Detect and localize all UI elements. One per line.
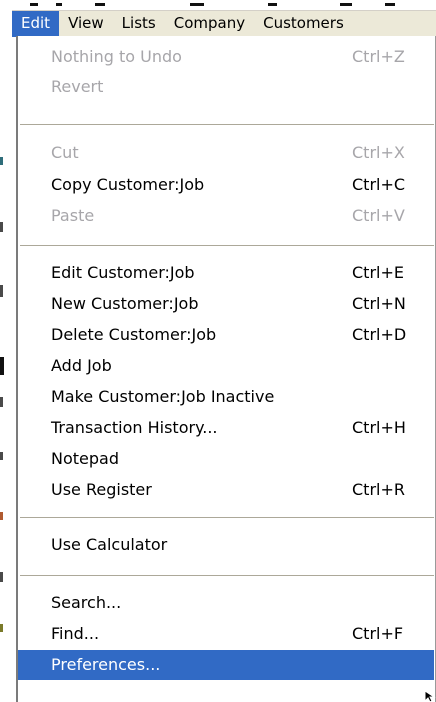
menu-separator (20, 575, 434, 577)
menu-item-shortcut: Ctrl+R (352, 480, 405, 499)
menu-separator (20, 245, 434, 247)
menu-item-shortcut: Ctrl+E (352, 263, 404, 282)
edge-mark (0, 285, 3, 297)
menu-item-label: Use Register (51, 480, 152, 499)
edge-mark (0, 357, 4, 375)
menu-item-label: Revert (51, 77, 104, 96)
edge-mark (0, 397, 3, 407)
menu-item-shortcut: Ctrl+H (352, 418, 406, 437)
menu-item-label: Use Calculator (51, 535, 168, 554)
menu-item-label: Delete Customer:Job (51, 325, 217, 344)
menu-item-shortcut: Ctrl+Z (352, 47, 405, 66)
menu-item-notepad[interactable]: Notepad (18, 444, 434, 474)
edge-mark (0, 624, 3, 632)
menu-item-label: Paste (51, 206, 95, 225)
menu-item-label: Preferences... (51, 655, 161, 674)
menu-item-undo[interactable]: Nothing to Undo Ctrl+Z (18, 42, 434, 72)
menu-item-revert[interactable]: Revert (18, 72, 434, 102)
menu-item-label: Edit Customer:Job (51, 263, 195, 282)
edge-mark (0, 572, 3, 582)
menu-item-shortcut: Ctrl+F (352, 624, 404, 643)
menu-item-edit-customer-job[interactable]: Edit Customer:Job Ctrl+E (18, 258, 434, 288)
menu-item-label: Find... (51, 624, 100, 643)
menu-item-label: Copy Customer:Job (51, 175, 205, 194)
menu-bar: Edit View Lists Company Customers (12, 10, 436, 37)
background-document-strip (0, 0, 436, 10)
menu-item-shortcut: Ctrl+X (352, 143, 405, 162)
menu-item-delete-customer-job[interactable]: Delete Customer:Job Ctrl+D (18, 320, 434, 350)
menubar-item-view[interactable]: View (59, 11, 113, 37)
background-document-text (30, 0, 420, 10)
menu-item-add-job[interactable]: Add Job (18, 351, 434, 381)
menu-item-label: Transaction History... (51, 418, 218, 437)
menu-item-find[interactable]: Find... Ctrl+F (18, 619, 434, 649)
menu-item-preferences[interactable]: Preferences... (18, 650, 434, 680)
menu-separator (20, 124, 434, 126)
background-window-edge (0, 12, 14, 702)
menu-item-label: Nothing to Undo (51, 47, 182, 66)
menu-item-label: Search... (51, 593, 122, 612)
menu-item-use-register[interactable]: Use Register Ctrl+R (18, 475, 434, 505)
edge-mark (0, 452, 3, 460)
cropped-text-glyphs (30, 3, 395, 6)
menu-item-use-calculator[interactable]: Use Calculator (18, 530, 434, 560)
menu-item-cut[interactable]: Cut Ctrl+X (18, 138, 434, 168)
edge-mark (0, 512, 3, 520)
menu-item-make-inactive[interactable]: Make Customer:Job Inactive (18, 382, 434, 412)
menu-item-label: Cut (51, 143, 79, 162)
edge-mark (0, 157, 3, 165)
menu-item-new-customer-job[interactable]: New Customer:Job Ctrl+N (18, 289, 434, 319)
menu-item-label: New Customer:Job (51, 294, 199, 313)
menu-item-paste[interactable]: Paste Ctrl+V (18, 201, 434, 231)
menu-item-shortcut: Ctrl+V (352, 206, 405, 225)
menubar-item-lists[interactable]: Lists (113, 11, 165, 37)
quickbooks-edit-menu-screenshot: Edit View Lists Company Customers Nothin… (0, 0, 436, 702)
mouse-pointer-icon (424, 690, 436, 702)
menu-item-search[interactable]: Search... (18, 588, 434, 618)
edit-menu-dropdown: Nothing to Undo Ctrl+Z Revert Cut Ctrl+X… (16, 36, 436, 702)
menubar-item-edit[interactable]: Edit (12, 10, 60, 37)
menu-item-shortcut: Ctrl+N (352, 294, 406, 313)
menu-item-shortcut: Ctrl+D (352, 325, 407, 344)
menu-item-label: Notepad (51, 449, 119, 468)
menubar-item-customers[interactable]: Customers (254, 11, 353, 37)
menu-separator (20, 517, 434, 519)
menu-item-label: Make Customer:Job Inactive (51, 387, 275, 406)
edge-mark (0, 222, 3, 232)
menu-item-label: Add Job (51, 356, 112, 375)
menu-item-shortcut: Ctrl+C (352, 175, 406, 194)
menubar-item-company[interactable]: Company (165, 11, 254, 37)
menu-item-transaction-history[interactable]: Transaction History... Ctrl+H (18, 413, 434, 443)
menu-item-copy-customer-job[interactable]: Copy Customer:Job Ctrl+C (18, 170, 434, 200)
